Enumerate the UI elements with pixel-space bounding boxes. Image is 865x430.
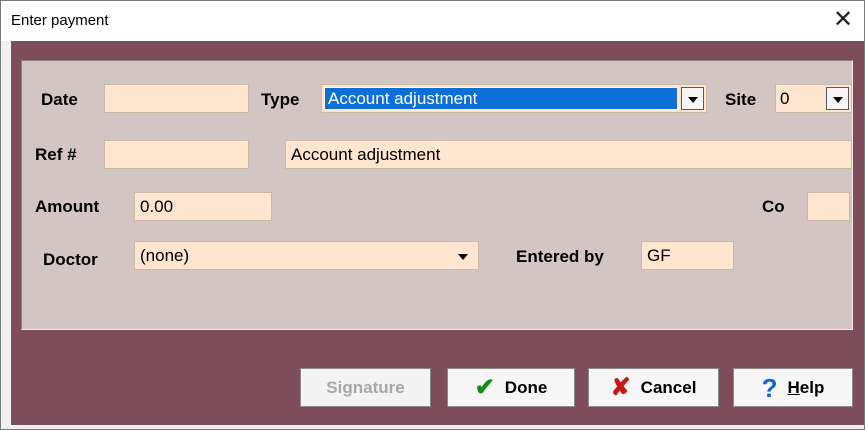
amount-label: Amount — [35, 197, 100, 216]
signature-button-label: Signature — [326, 377, 405, 397]
signature-button[interactable]: Signature — [300, 368, 431, 407]
site-dropdown[interactable]: 0 — [775, 84, 852, 113]
date-field[interactable] — [104, 84, 249, 113]
co-label: Co — [762, 197, 785, 216]
close-icon[interactable]: ✕ — [828, 5, 858, 35]
cancel-button-label: Cancel — [640, 377, 697, 397]
ref-field[interactable] — [104, 140, 249, 169]
question-icon: ? — [761, 372, 778, 403]
done-button[interactable]: ✔ Done — [447, 368, 575, 407]
help-button-label: Help — [787, 377, 825, 397]
description-field[interactable]: Account adjustment — [285, 140, 852, 169]
type-label: Type — [261, 90, 300, 109]
type-selected-value: Account adjustment — [324, 87, 678, 110]
date-label: Date — [41, 90, 78, 109]
amount-field[interactable]: 0.00 — [134, 192, 272, 221]
window-title: Enter payment — [11, 12, 109, 29]
co-field[interactable] — [807, 192, 850, 221]
chevron-down-icon — [833, 97, 843, 103]
entered-by-field[interactable]: GF — [641, 241, 734, 270]
form-panel: Date Type Account adjustment Site 0 Ref … — [21, 60, 853, 330]
dialog-body: Date Type Account adjustment Site 0 Ref … — [11, 41, 864, 425]
site-dropdown-button[interactable] — [826, 87, 849, 110]
type-dropdown-button[interactable] — [681, 87, 704, 110]
enter-payment-window: Enter payment ✕ Date Type Account adjust… — [0, 0, 865, 430]
doctor-dropdown[interactable]: (none) — [134, 241, 479, 270]
help-button[interactable]: ? Help — [733, 368, 853, 407]
done-button-label: Done — [504, 377, 548, 397]
cancel-button[interactable]: ✘ Cancel — [588, 368, 719, 407]
ref-label: Ref # — [35, 145, 77, 164]
site-selected-value: 0 — [780, 89, 790, 108]
title-bar: Enter payment ✕ — [1, 1, 864, 41]
site-label: Site — [725, 90, 757, 109]
doctor-label: Doctor — [43, 250, 98, 269]
doctor-selected-value: (none) — [140, 246, 190, 265]
type-dropdown[interactable]: Account adjustment — [321, 84, 707, 113]
chevron-down-icon — [688, 97, 698, 103]
checkmark-icon: ✔ — [474, 373, 495, 401]
entered-by-label: Entered by — [516, 247, 604, 266]
chevron-down-icon[interactable] — [458, 254, 468, 260]
x-icon: ✘ — [610, 373, 631, 401]
